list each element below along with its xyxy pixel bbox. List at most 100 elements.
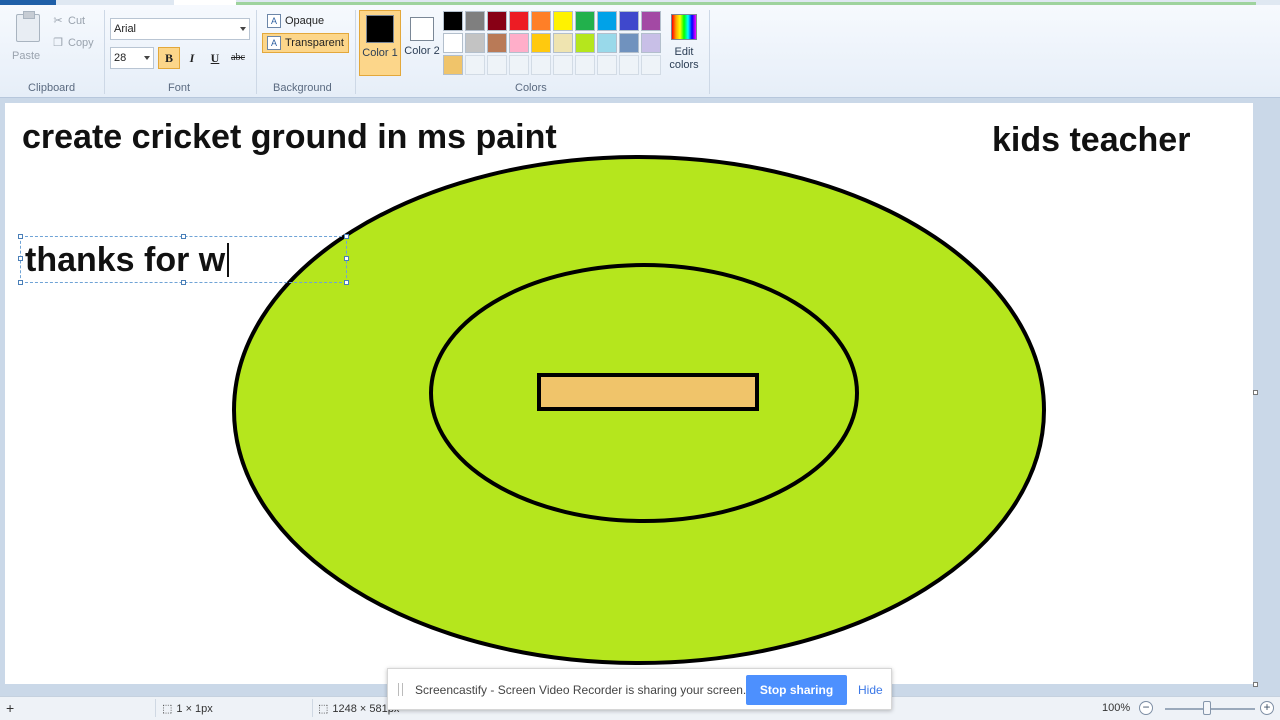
file-tab[interactable] bbox=[0, 0, 56, 5]
pitch-rectangle bbox=[537, 373, 759, 411]
chevron-down-icon bbox=[240, 27, 246, 31]
palette-swatch[interactable] bbox=[443, 55, 463, 75]
canvas-resize-handle-corner[interactable] bbox=[1253, 682, 1258, 687]
copy-icon: ❐ bbox=[53, 37, 63, 49]
palette-swatch[interactable] bbox=[619, 55, 639, 75]
cut-button[interactable]: ✂ Cut bbox=[52, 12, 85, 30]
italic-button[interactable]: I bbox=[181, 47, 203, 69]
resize-handle[interactable] bbox=[18, 256, 23, 261]
font-group-label: Font bbox=[168, 82, 191, 94]
color1-swatch bbox=[366, 15, 394, 43]
resize-handle[interactable] bbox=[344, 234, 349, 239]
opaque-label: Opaque bbox=[285, 15, 325, 27]
opaque-option[interactable]: A Opaque bbox=[262, 11, 329, 31]
resize-handle[interactable] bbox=[181, 280, 186, 285]
color-palette bbox=[443, 11, 663, 77]
scissors-icon: ✂ bbox=[53, 15, 63, 27]
underline-button[interactable]: U bbox=[204, 47, 226, 69]
canvas-size-icon: ⬚ bbox=[318, 703, 329, 715]
palette-swatch[interactable] bbox=[641, 11, 661, 31]
color1-label: Color 1 bbox=[362, 47, 398, 59]
palette-swatch[interactable] bbox=[619, 11, 639, 31]
palette-swatch[interactable] bbox=[553, 11, 573, 31]
palette-swatch[interactable] bbox=[465, 55, 485, 75]
zoom-level: 100% bbox=[1102, 702, 1131, 714]
palette-swatch[interactable] bbox=[465, 33, 485, 53]
palette-swatch[interactable] bbox=[509, 11, 529, 31]
palette-swatch[interactable] bbox=[531, 33, 551, 53]
strikethrough-button[interactable]: abc bbox=[227, 47, 249, 69]
palette-swatch[interactable] bbox=[641, 33, 661, 53]
palette-swatch[interactable] bbox=[641, 55, 661, 75]
palette-swatch[interactable] bbox=[597, 11, 617, 31]
divider bbox=[155, 699, 156, 717]
divider bbox=[256, 10, 257, 94]
palette-swatch[interactable] bbox=[487, 11, 507, 31]
font-size-value: 28 bbox=[114, 52, 127, 64]
paste-icon bbox=[16, 11, 40, 42]
copy-button[interactable]: ❐ Copy bbox=[52, 34, 94, 52]
palette-swatch[interactable] bbox=[465, 11, 485, 31]
canvas-work-area[interactable]: create cricket ground in ms paint kids t… bbox=[0, 98, 1280, 696]
palette-swatch[interactable] bbox=[575, 11, 595, 31]
palette-swatch[interactable] bbox=[531, 55, 551, 75]
canvas-resize-handle-right[interactable] bbox=[1253, 390, 1258, 395]
drag-handle-icon[interactable] bbox=[398, 683, 403, 696]
resize-handle[interactable] bbox=[18, 234, 23, 239]
selection-size: 1 × 1px bbox=[176, 702, 213, 715]
palette-swatch[interactable] bbox=[597, 33, 617, 53]
palette-swatch[interactable] bbox=[509, 55, 529, 75]
resize-handle[interactable] bbox=[18, 280, 23, 285]
hide-link[interactable]: Hide bbox=[858, 683, 883, 697]
palette-swatch[interactable] bbox=[509, 33, 529, 53]
palette-swatch[interactable] bbox=[443, 33, 463, 53]
zoom-in-button[interactable]: + bbox=[1260, 701, 1274, 715]
palette-swatch[interactable] bbox=[575, 55, 595, 75]
chevron-down-icon bbox=[144, 56, 150, 60]
stop-sharing-button[interactable]: Stop sharing bbox=[746, 675, 847, 705]
palette-swatch[interactable] bbox=[597, 55, 617, 75]
drawing-canvas[interactable]: create cricket ground in ms paint kids t… bbox=[5, 103, 1253, 684]
transparent-label: Transparent bbox=[285, 37, 344, 49]
ribbon-tab-strip bbox=[0, 0, 1280, 5]
text-box[interactable]: thanks for w bbox=[18, 234, 349, 285]
edit-colors-button[interactable]: Edit colors bbox=[664, 12, 704, 78]
paste-button[interactable]: Paste bbox=[8, 10, 46, 68]
palette-swatch[interactable] bbox=[619, 33, 639, 53]
font-family-select[interactable]: Arial bbox=[110, 18, 250, 40]
divider bbox=[355, 10, 356, 94]
selection-icon: ⬚ bbox=[162, 703, 173, 715]
color2-button[interactable]: Color 2 bbox=[401, 10, 443, 76]
resize-handle[interactable] bbox=[344, 256, 349, 261]
palette-swatch[interactable] bbox=[487, 55, 507, 75]
palette-swatch[interactable] bbox=[531, 11, 551, 31]
author-text: kids teacher bbox=[992, 121, 1191, 159]
zoom-slider-thumb[interactable] bbox=[1203, 701, 1211, 715]
edit-colors-label: Edit colors bbox=[669, 46, 699, 71]
zoom-out-button[interactable]: − bbox=[1139, 701, 1153, 715]
cut-label: Cut bbox=[68, 15, 86, 27]
tab-accent-strip bbox=[236, 2, 1256, 5]
cursor-position-icon: + bbox=[6, 700, 15, 716]
resize-handle[interactable] bbox=[181, 234, 186, 239]
font-size-select[interactable]: 28 bbox=[110, 47, 154, 69]
color1-button[interactable]: Color 1 bbox=[359, 10, 401, 76]
resize-handle[interactable] bbox=[344, 280, 349, 285]
bold-button[interactable]: B bbox=[158, 47, 180, 69]
divider bbox=[312, 699, 313, 717]
text-box-content[interactable]: thanks for w bbox=[25, 241, 230, 280]
palette-swatch[interactable] bbox=[553, 55, 573, 75]
home-tab[interactable] bbox=[174, 0, 236, 5]
palette-swatch[interactable] bbox=[487, 33, 507, 53]
zoom-readout: 100% bbox=[1102, 702, 1130, 714]
palette-swatch[interactable] bbox=[575, 33, 595, 53]
transparent-option[interactable]: A Transparent bbox=[262, 33, 349, 53]
color2-swatch bbox=[410, 17, 434, 41]
text-box-value: thanks for w bbox=[25, 241, 226, 279]
colors-group-label: Colors bbox=[515, 82, 547, 94]
palette-swatch[interactable] bbox=[443, 11, 463, 31]
divider bbox=[709, 10, 710, 94]
palette-swatch[interactable] bbox=[553, 33, 573, 53]
sharing-message: Screencastify - Screen Video Recorder is… bbox=[415, 683, 747, 697]
screen-sharing-notification: Screencastify - Screen Video Recorder is… bbox=[387, 668, 892, 710]
